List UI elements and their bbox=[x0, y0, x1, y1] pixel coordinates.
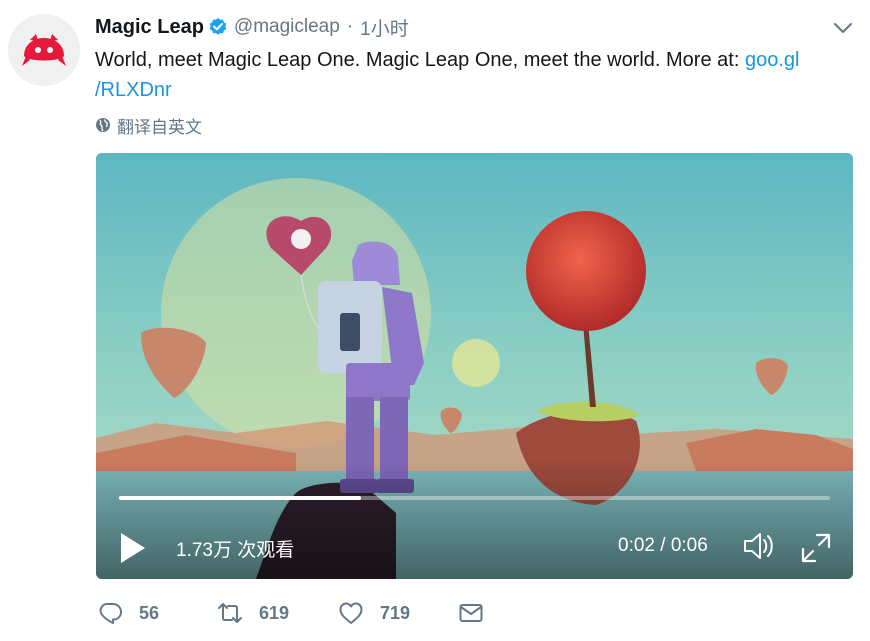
volume-icon[interactable] bbox=[742, 530, 776, 562]
view-count: 1.73万 次观看 bbox=[176, 540, 295, 561]
author-handle[interactable]: @magicleap bbox=[234, 16, 340, 38]
reply-button[interactable]: 56 bbox=[97, 598, 159, 628]
retweet-icon bbox=[218, 603, 242, 623]
chevron-down-icon[interactable] bbox=[832, 17, 854, 39]
fullscreen-icon[interactable] bbox=[799, 531, 833, 565]
verified-badge-icon bbox=[208, 17, 228, 37]
tweet-link-part2[interactable]: /RLXDnr bbox=[95, 79, 172, 101]
tweet-text-body: World, meet Magic Leap One. Magic Leap O… bbox=[95, 49, 745, 71]
avatar[interactable] bbox=[8, 14, 80, 86]
author-name[interactable]: Magic Leap bbox=[95, 16, 204, 39]
reply-count: 56 bbox=[139, 602, 160, 623]
translate-link[interactable]: 翻译自英文 bbox=[95, 113, 202, 138]
globe-icon bbox=[95, 117, 111, 133]
video-timecode: 0:02 / 0:06 bbox=[618, 535, 708, 556]
heart-icon bbox=[339, 602, 363, 624]
video-frame bbox=[96, 153, 853, 579]
translate-label[interactable]: 翻译自英文 bbox=[117, 113, 202, 138]
video-progress-fill bbox=[119, 496, 361, 500]
retweet-button[interactable]: 619 bbox=[217, 598, 289, 628]
tweet-timestamp[interactable]: 1小时 bbox=[360, 14, 409, 41]
tweet-text: World, meet Magic Leap One. Magic Leap O… bbox=[95, 45, 845, 105]
envelope-icon bbox=[459, 604, 483, 622]
like-count: 719 bbox=[380, 602, 411, 623]
like-button[interactable]: 719 bbox=[338, 598, 410, 628]
separator-dot: · bbox=[346, 16, 354, 37]
tweet-link-part1[interactable]: goo.gl bbox=[745, 49, 800, 71]
magic-leap-logo-icon bbox=[8, 14, 80, 86]
tweet-header: Magic Leap @magicleap · 1小时 bbox=[95, 13, 409, 41]
video-player[interactable]: 1.73万 次观看 0:02 / 0:06 bbox=[96, 153, 853, 579]
play-icon[interactable] bbox=[118, 531, 148, 565]
retweet-count: 619 bbox=[259, 602, 290, 623]
video-progress-bar[interactable] bbox=[119, 496, 830, 500]
reply-icon bbox=[99, 603, 122, 624]
direct-message-button[interactable] bbox=[458, 598, 484, 628]
